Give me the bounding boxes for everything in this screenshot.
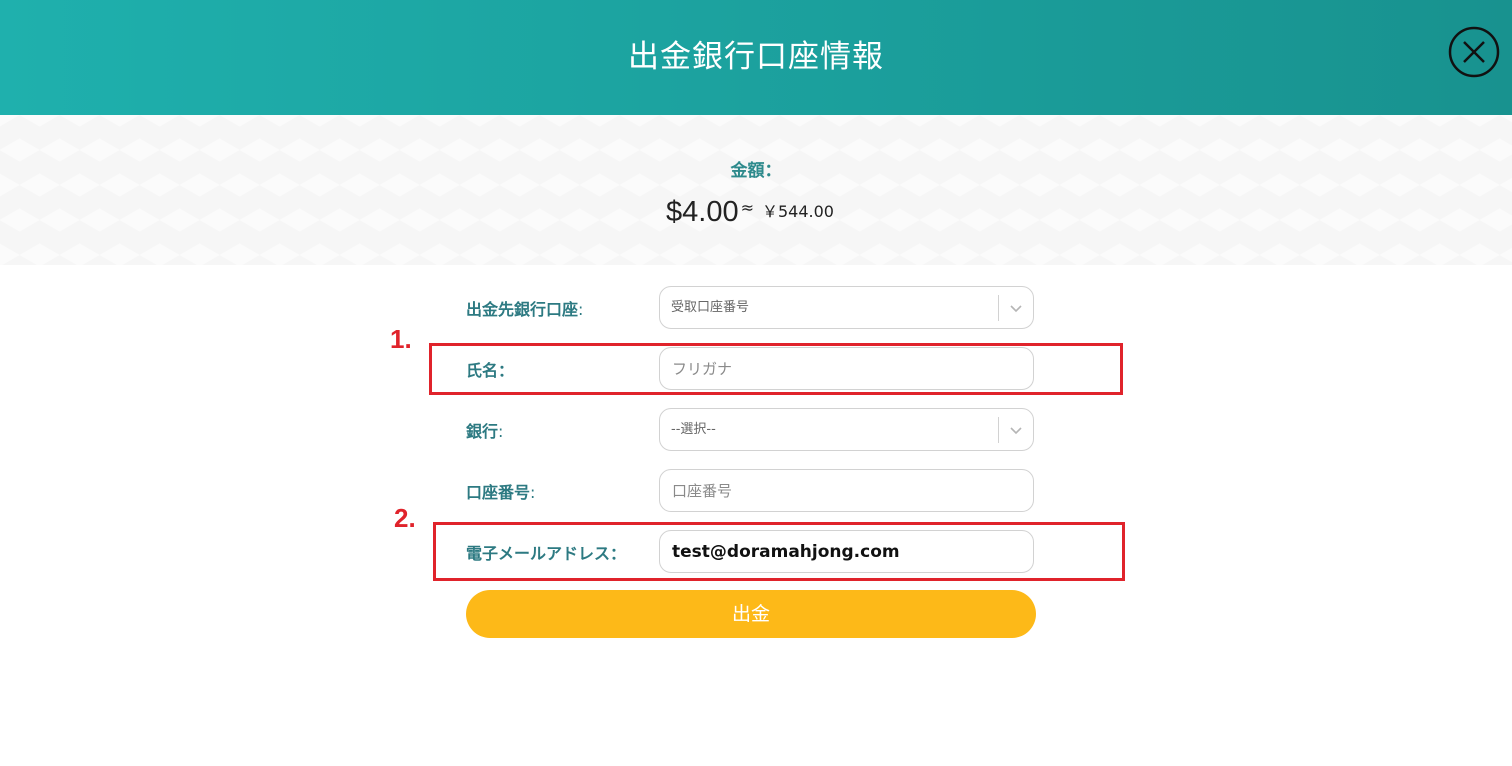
name-field[interactable] (659, 347, 1034, 390)
amount-usd: $4.00 (666, 196, 739, 228)
close-button[interactable] (1448, 26, 1500, 78)
account-number-label-colon: : (530, 483, 536, 502)
email-label: 電子メールアドレス： (466, 544, 627, 563)
account-select-value: 受取口座番号 (671, 300, 750, 315)
amount-approx-sign: ≈ (740, 198, 754, 217)
annotation-number-2: 2. (394, 503, 416, 533)
name-input[interactable] (660, 348, 1033, 389)
annotation-number-1: 1. (390, 324, 412, 354)
bank-label: 銀行: (466, 418, 503, 442)
close-circle-icon (1448, 26, 1500, 78)
account-select[interactable]: 受取口座番号 (659, 286, 1034, 329)
amount-value-row: $4.00 ≈ ￥544.00 (666, 196, 834, 236)
account-label: 出金先銀行口座: (466, 296, 583, 320)
email-field[interactable] (659, 530, 1034, 573)
amount-jpy: ￥544.00 (761, 202, 834, 221)
chevron-down-icon (1010, 427, 1022, 435)
withdraw-button[interactable]: 出金 (466, 590, 1036, 638)
bank-select-value: --選択-- (671, 422, 716, 437)
bank-select[interactable]: --選択-- (659, 408, 1034, 451)
account-number-label-text: 口座番号 (466, 483, 531, 502)
amount-label: 金額： (730, 161, 782, 181)
account-number-input[interactable] (660, 470, 1033, 511)
chevron-down-icon (1010, 305, 1022, 313)
dialog-header: 出金銀行口座情報 (0, 0, 1512, 115)
name-label: 氏名： (466, 361, 515, 380)
email-input[interactable] (660, 531, 1033, 572)
account-number-field[interactable] (659, 469, 1034, 512)
account-select-separator (998, 295, 999, 321)
account-label-colon: : (578, 300, 584, 319)
account-label-text: 出金先銀行口座 (466, 300, 579, 319)
amount-section (0, 115, 1512, 265)
bank-select-separator (998, 417, 999, 443)
account-number-label: 口座番号: (466, 479, 535, 503)
dialog-title: 出金銀行口座情報 (628, 39, 884, 75)
bank-label-text: 銀行 (466, 422, 499, 441)
bank-label-colon: : (498, 422, 504, 441)
